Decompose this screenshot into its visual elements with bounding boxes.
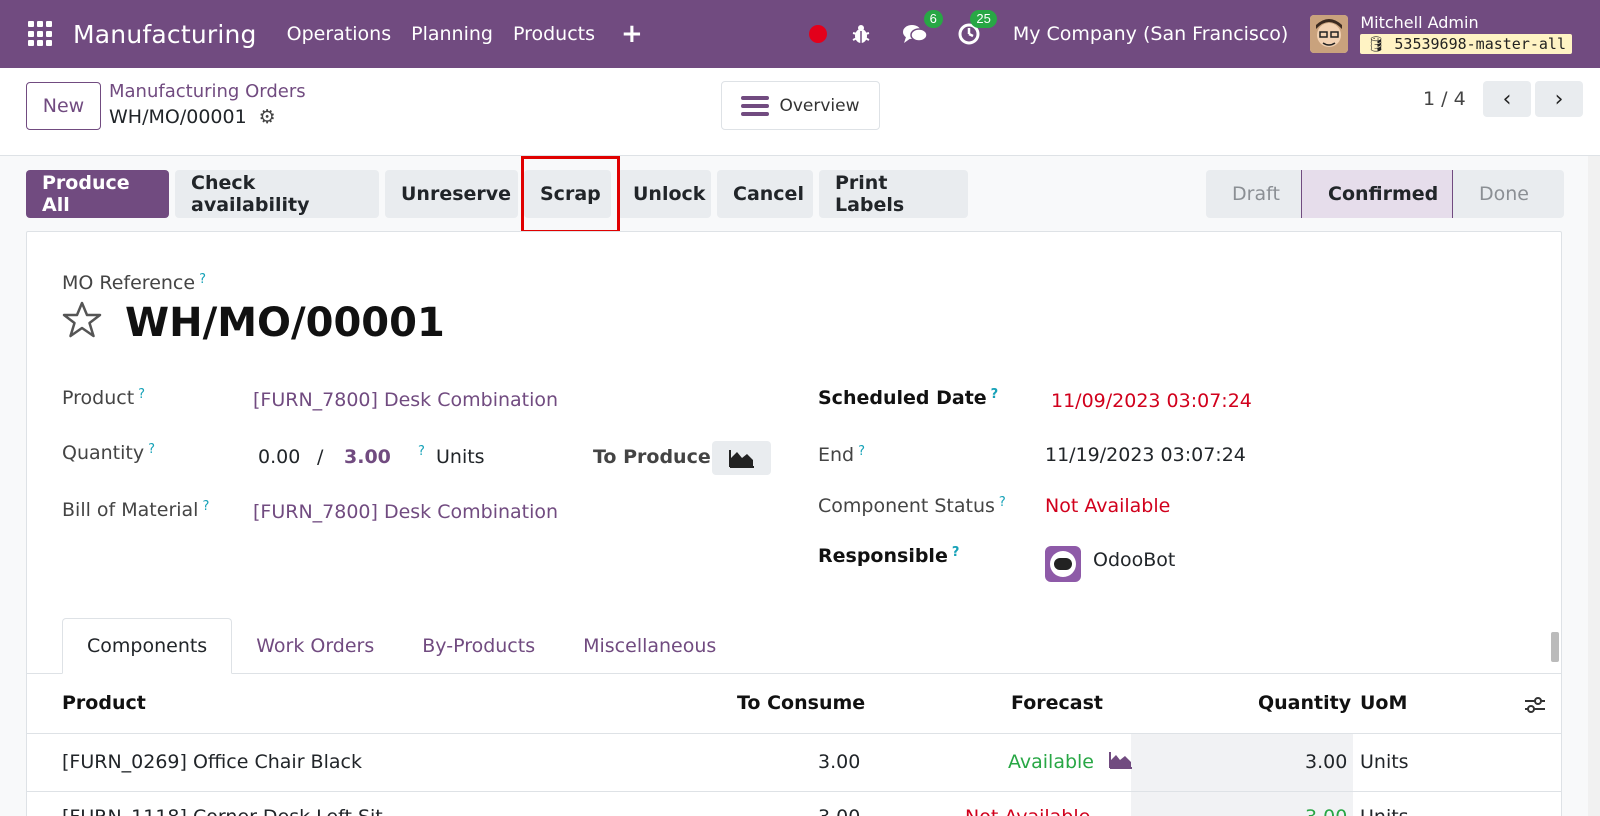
tab-components[interactable]: Components: [62, 618, 233, 674]
to-produce-label: To Produce: [593, 446, 711, 468]
table-row-divider: [26, 791, 1562, 792]
database-icon: 🛢: [1366, 35, 1386, 53]
chat-badge: 6: [923, 10, 943, 28]
uom-field[interactable]: Units: [436, 446, 485, 468]
row1-product[interactable]: [FURN_0269] Office Chair Black: [62, 751, 362, 773]
chat-icon[interactable]: 6: [901, 10, 943, 48]
overview-button[interactable]: Overview: [721, 81, 880, 130]
pager-previous-button[interactable]: ‹: [1483, 81, 1531, 117]
plus-icon[interactable]: +: [621, 21, 643, 47]
pager-next-button[interactable]: ›: [1535, 81, 1583, 117]
quantity-column-background: [1131, 734, 1353, 816]
stage-done[interactable]: Done: [1453, 170, 1564, 218]
produce-all-button[interactable]: Produce All: [26, 170, 169, 218]
menu-products[interactable]: Products: [513, 23, 595, 45]
row2-quantity[interactable]: 3.00: [1305, 806, 1347, 816]
stage-draft[interactable]: Draft: [1206, 170, 1301, 218]
quantity-produced[interactable]: 0.00: [258, 446, 300, 468]
apps-grid-icon[interactable]: [28, 21, 54, 47]
quantity-help: ?: [418, 444, 425, 459]
component-status-label: Component Status?: [818, 495, 1006, 517]
control-panel: New Manufacturing Orders WH/MO/00001 ⚙ O…: [0, 68, 1600, 156]
quantity-to-produce[interactable]: 3.00: [344, 446, 391, 468]
navbar-right: 6 25 My Company (San Francisco) Mitchell…: [808, 0, 1600, 68]
tab-miscellaneous[interactable]: Miscellaneous: [559, 618, 740, 674]
column-product[interactable]: Product: [62, 692, 146, 714]
menu-icon: [741, 95, 770, 116]
area-chart-icon: [728, 450, 754, 468]
column-uom[interactable]: UoM: [1360, 692, 1407, 714]
row1-to-consume: 3.00: [818, 751, 861, 773]
status-stages: Draft Confirmed Done: [1206, 170, 1564, 218]
tab-by-products[interactable]: By-Products: [398, 618, 559, 674]
column-quantity[interactable]: Quantity: [1258, 692, 1351, 714]
column-to-consume[interactable]: To Consume: [737, 692, 865, 714]
responsible-field[interactable]: OdooBot: [1093, 549, 1175, 571]
tabs-scrollbar[interactable]: [1551, 632, 1559, 662]
end-label: End?: [818, 444, 866, 466]
quantity-label: Quantity?: [62, 442, 156, 464]
notebook-tabs: Components Work Orders By-Products Misce…: [62, 618, 740, 674]
activity-clock-icon[interactable]: 25: [955, 10, 997, 48]
user-menu[interactable]: Mitchell Admin 🛢 53539698-master-all: [1360, 14, 1572, 54]
action-buttons: Produce All Check availability Unreserve…: [26, 170, 974, 218]
scrap-highlight-box: [521, 156, 620, 233]
app-name[interactable]: Manufacturing: [73, 20, 257, 49]
row2-forecast: Not Available: [965, 806, 1090, 816]
user-avatar[interactable]: [1310, 15, 1349, 53]
product-field[interactable]: [FURN_7800] Desk Combination: [253, 389, 558, 411]
scheduled-date-label: Scheduled Date?: [818, 387, 999, 409]
row2-product[interactable]: [FURN_1118] Corner Desk Left Sit: [62, 806, 383, 816]
bug-icon[interactable]: [847, 20, 875, 48]
record-icon[interactable]: [808, 25, 827, 43]
overview-label: Overview: [779, 95, 860, 116]
bom-label: Bill of Material?: [62, 499, 210, 521]
page-scrollbar[interactable]: [1588, 156, 1600, 816]
column-settings-icon[interactable]: [1523, 694, 1547, 716]
component-status-value: Not Available: [1045, 495, 1171, 517]
odoobot-avatar: [1045, 546, 1081, 582]
product-label: Product?: [62, 387, 146, 409]
breadcrumb-parent[interactable]: Manufacturing Orders: [109, 81, 306, 102]
database-name: 53539698-master-all: [1394, 35, 1566, 53]
responsible-label: Responsible?: [818, 545, 960, 567]
company-switcher[interactable]: My Company (San Francisco): [1013, 23, 1288, 45]
unlock-button[interactable]: Unlock: [617, 170, 711, 218]
bom-field[interactable]: [FURN_7800] Desk Combination: [253, 501, 558, 523]
gear-icon[interactable]: ⚙: [259, 106, 276, 128]
menu-planning[interactable]: Planning: [411, 23, 493, 45]
row2-to-consume: 3.00: [818, 806, 860, 816]
cancel-button[interactable]: Cancel: [717, 170, 813, 218]
database-badge: 🛢 53539698-master-all: [1360, 34, 1572, 54]
row2-uom: Units: [1360, 806, 1409, 816]
unreserve-button[interactable]: Unreserve: [385, 170, 518, 218]
column-forecast[interactable]: Forecast: [1011, 692, 1103, 714]
scheduled-date-field[interactable]: 11/09/2023 03:07:24: [1051, 390, 1252, 412]
end-date-field[interactable]: 11/19/2023 03:07:24: [1045, 444, 1246, 466]
star-icon[interactable]: [62, 300, 102, 340]
stage-confirmed[interactable]: Confirmed: [1301, 170, 1453, 218]
row1-uom: Units: [1360, 751, 1409, 773]
check-availability-button[interactable]: Check availability: [175, 170, 379, 218]
row1-forecast: Available: [1008, 751, 1095, 773]
breadcrumb-current-label: WH/MO/00001: [109, 106, 247, 128]
menu-operations[interactable]: Operations: [287, 23, 391, 45]
breadcrumb-current: WH/MO/00001 ⚙: [109, 106, 276, 128]
forecast-chart-button[interactable]: [712, 441, 771, 475]
quantity-separator: /: [317, 446, 324, 468]
print-labels-button[interactable]: Print Labels: [819, 170, 968, 218]
top-navbar: Manufacturing Operations Planning Produc…: [0, 0, 1600, 68]
record-title[interactable]: WH/MO/00001: [125, 300, 445, 346]
pager-value[interactable]: 1 / 4: [1423, 88, 1466, 110]
activity-badge: 25: [970, 10, 997, 28]
tab-work-orders[interactable]: Work Orders: [232, 618, 398, 674]
user-name: Mitchell Admin: [1360, 13, 1479, 32]
mo-reference-label: MO Reference?: [62, 272, 206, 294]
new-button[interactable]: New: [26, 82, 101, 130]
forecast-chart-icon[interactable]: [1109, 751, 1133, 773]
chevron-left-icon: ‹: [1502, 86, 1512, 112]
row1-quantity[interactable]: 3.00: [1305, 751, 1347, 773]
chevron-right-icon: ›: [1554, 86, 1564, 112]
